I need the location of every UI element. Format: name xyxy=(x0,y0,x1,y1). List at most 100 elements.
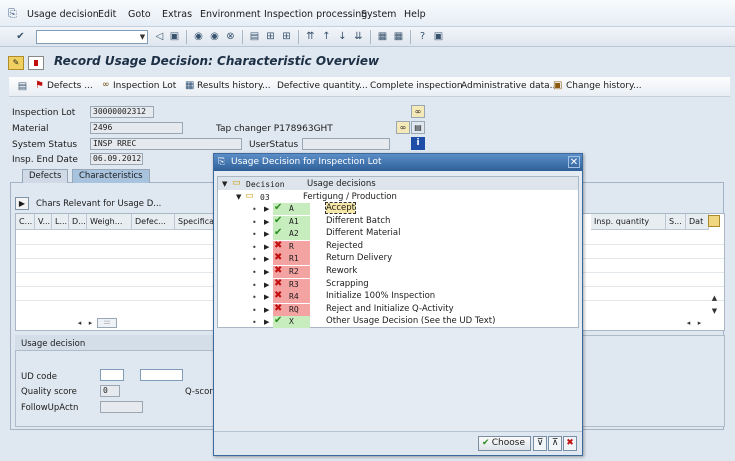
material-field[interactable]: 2496 xyxy=(90,122,183,134)
insp-end-date-field[interactable]: 06.09.2012 xyxy=(90,153,143,165)
decision-text-rq[interactable]: Reject and Initialize Q-Activity xyxy=(326,304,454,314)
back-nav-icon[interactable]: ◉ xyxy=(192,30,205,43)
decision-text-r3[interactable]: Scrapping xyxy=(326,279,369,289)
shortcut-icon[interactable]: ▦ xyxy=(392,30,405,43)
defects-button[interactable]: Defects ... xyxy=(47,81,93,91)
column-decision[interactable]: Decision xyxy=(246,180,285,189)
copy-icon[interactable]: ▤ xyxy=(411,121,425,134)
decision-text-r2[interactable]: Rework xyxy=(326,266,357,276)
administrative-data-button[interactable]: Administrative data... xyxy=(461,81,558,91)
expand-arrow-icon[interactable]: ▶ xyxy=(264,268,269,276)
results-history-button[interactable]: Results history... xyxy=(197,81,271,91)
menu-goto[interactable]: Goto xyxy=(128,9,151,20)
chevron-down-icon[interactable]: ▼ xyxy=(137,30,148,44)
decision-text-a2[interactable]: Different Material xyxy=(326,228,400,238)
expand-arrow-icon[interactable]: ▶ xyxy=(264,255,269,263)
ud-code-description-field[interactable] xyxy=(140,369,183,381)
tab-characteristics[interactable]: Characteristics xyxy=(72,169,150,183)
find-icon[interactable]: ⊞ xyxy=(264,30,277,43)
decision-text-r4[interactable]: Initialize 100% Inspection xyxy=(326,291,435,301)
column-header[interactable]: Defec... xyxy=(132,214,175,230)
save-icon[interactable]: ▣ xyxy=(168,30,181,43)
menu-usage-decision[interactable]: Usage decision xyxy=(27,9,99,20)
ud-code-field[interactable] xyxy=(100,369,124,381)
display-change-icon[interactable]: ✎ xyxy=(8,56,24,70)
help-icon[interactable]: ? xyxy=(416,30,429,43)
display-material-icon[interactable]: ∞ xyxy=(396,121,410,134)
next-page-icon[interactable]: ↓ xyxy=(336,30,349,43)
expand-arrow-icon[interactable]: ▶ xyxy=(264,318,269,326)
menu-environment[interactable]: Environment xyxy=(200,9,261,20)
print-icon[interactable]: ▤ xyxy=(248,30,261,43)
tab-defects[interactable]: Defects xyxy=(22,169,69,183)
column-header[interactable]: Dat xyxy=(686,214,709,230)
complete-inspection-button[interactable]: Complete inspection xyxy=(370,81,463,91)
menu-system[interactable]: System xyxy=(361,9,396,20)
reject-cross-icon: ✖ xyxy=(274,302,283,314)
expand-icon[interactable]: ▶ xyxy=(15,197,29,210)
layout-icon[interactable]: ▣ xyxy=(432,30,445,43)
menu-extras[interactable]: Extras xyxy=(162,9,192,20)
scroll-right-icon[interactable]: ▸ xyxy=(694,318,705,328)
last-page-icon[interactable]: ⇊ xyxy=(352,30,365,43)
filter-icon[interactable]: ⊽ xyxy=(533,436,547,451)
inspection-lot-field[interactable]: 30000002312 xyxy=(90,106,154,118)
display-lot-icon[interactable]: ∞ xyxy=(411,105,425,118)
back-icon[interactable]: ◁ xyxy=(153,30,166,43)
column-usage-decisions[interactable]: Usage decisions xyxy=(307,179,376,189)
entry-icon[interactable] xyxy=(28,56,44,70)
menu-edit[interactable]: Edit xyxy=(98,9,116,20)
scroll-right-icon[interactable]: ▸ xyxy=(85,318,96,328)
expand-arrow-icon[interactable]: ▶ xyxy=(264,243,269,251)
decision-text-r[interactable]: Rejected xyxy=(326,241,363,251)
column-header[interactable]: Specifica xyxy=(175,214,214,230)
scroll-down-icon[interactable]: ▼ xyxy=(709,306,720,316)
column-header[interactable]: L... xyxy=(52,214,69,230)
column-header[interactable]: C... xyxy=(16,214,35,230)
column-header[interactable]: S... xyxy=(666,214,686,230)
change-history-icon: ▣ xyxy=(553,80,563,91)
cancel-icon[interactable]: ⊗ xyxy=(224,30,237,43)
list-icon[interactable]: ▤ xyxy=(16,80,29,93)
close-icon[interactable]: ✕ xyxy=(568,156,580,168)
collapse-arrow-icon[interactable]: ▼ xyxy=(222,180,227,188)
expand-arrow-icon[interactable]: ▶ xyxy=(264,230,269,238)
cancel-icon[interactable]: ✖ xyxy=(563,436,577,451)
expand-tree-icon[interactable]: ⊼ xyxy=(548,436,562,451)
decision-text-a1[interactable]: Different Batch xyxy=(326,216,390,226)
enter-icon[interactable]: ✔ xyxy=(14,30,27,43)
choose-button[interactable]: ✔ Choose xyxy=(478,436,531,451)
defective-quantity-button[interactable]: Defective quantity... xyxy=(277,81,368,91)
first-page-icon[interactable]: ⇈ xyxy=(304,30,317,43)
menu-help[interactable]: Help xyxy=(404,9,426,20)
menu-icon[interactable]: ⎘ xyxy=(8,7,17,21)
decision-text-r1[interactable]: Return Delivery xyxy=(326,253,392,263)
find-next-icon[interactable]: ⊞ xyxy=(280,30,293,43)
column-header[interactable]: Weigh... xyxy=(87,214,132,230)
scroll-left-icon[interactable]: ◂ xyxy=(74,318,85,328)
decision-text-a[interactable]: Accept xyxy=(325,202,356,214)
menu-inspection-processing[interactable]: Inspection processing xyxy=(264,9,367,20)
change-history-button[interactable]: Change history... xyxy=(566,81,642,91)
previous-page-icon[interactable]: ↑ xyxy=(320,30,333,43)
column-header[interactable]: D... xyxy=(69,214,87,230)
info-icon[interactable]: i xyxy=(411,137,425,150)
inspection-lot-button[interactable]: Inspection Lot xyxy=(113,81,176,91)
reject-cross-icon: ✖ xyxy=(274,252,283,264)
scroll-up-icon[interactable]: ▲ xyxy=(709,293,720,303)
expand-arrow-icon[interactable]: ▶ xyxy=(264,205,269,213)
collapse-arrow-icon[interactable]: ▼ xyxy=(236,193,241,201)
new-session-icon[interactable]: ▦ xyxy=(376,30,389,43)
expand-arrow-icon[interactable]: ▶ xyxy=(264,293,269,301)
scroll-left-icon[interactable]: ◂ xyxy=(683,318,694,328)
expand-arrow-icon[interactable]: ▶ xyxy=(264,281,269,289)
column-settings-icon[interactable] xyxy=(708,215,720,227)
column-header[interactable]: Insp. quantity xyxy=(591,214,666,230)
scroll-thumb[interactable]: ::: xyxy=(97,318,117,328)
column-header[interactable]: V... xyxy=(35,214,52,230)
command-field[interactable] xyxy=(36,30,148,44)
decision-text-x[interactable]: Other Usage Decision (See the UD Text) xyxy=(326,316,495,326)
expand-arrow-icon[interactable]: ▶ xyxy=(264,306,269,314)
exit-icon[interactable]: ◉ xyxy=(208,30,221,43)
expand-arrow-icon[interactable]: ▶ xyxy=(264,218,269,226)
